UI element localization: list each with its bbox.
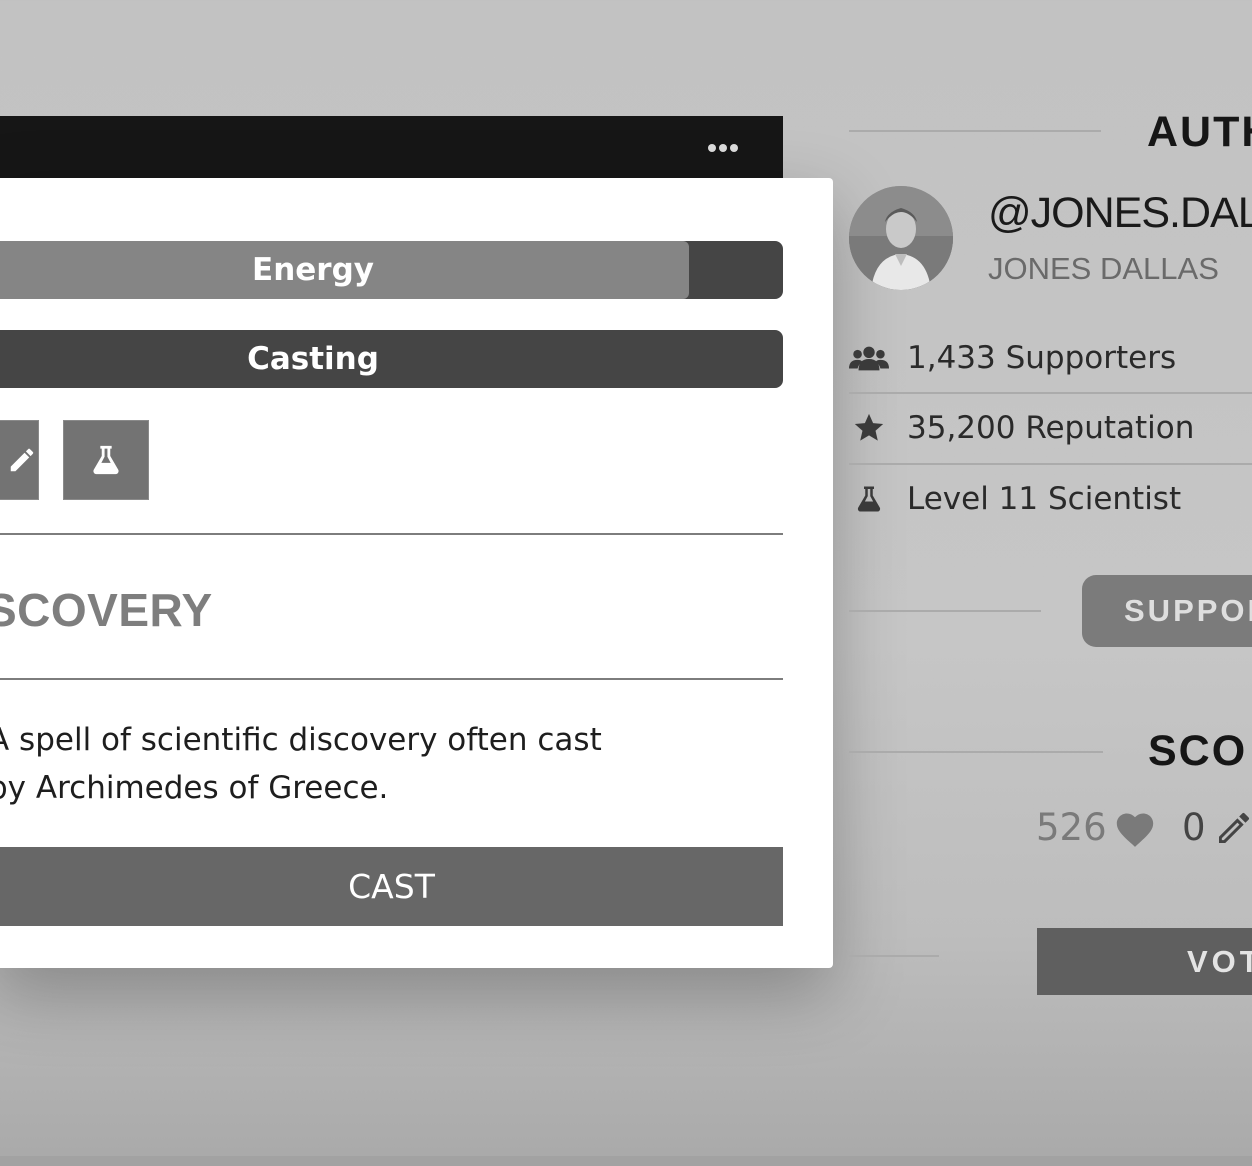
section-divider bbox=[849, 130, 1101, 132]
section-divider bbox=[849, 610, 1041, 612]
pencil-icon bbox=[10, 448, 34, 472]
bottom-strip bbox=[0, 1156, 1252, 1166]
divider bbox=[0, 678, 783, 680]
author-section-title: AUTH bbox=[1147, 108, 1252, 156]
support-button[interactable]: SUPPOR bbox=[1082, 575, 1252, 647]
score-section-title: SCO bbox=[1148, 727, 1248, 775]
likes-score[interactable]: 526 bbox=[1036, 806, 1157, 849]
flask-icon bbox=[849, 481, 889, 517]
spell-title: SCOVERY bbox=[0, 584, 213, 636]
stat-reputation: 35,200 Reputation bbox=[849, 398, 1194, 458]
author-name: JONES DALLAS bbox=[988, 251, 1219, 286]
casting-bar: Casting bbox=[0, 330, 783, 388]
edit-tool-button[interactable] bbox=[0, 420, 39, 500]
users-icon bbox=[849, 345, 889, 371]
spell-modal: Energy Casting SCOVERY A spell of scient… bbox=[0, 178, 833, 968]
author-handle[interactable]: @JONES.DALL bbox=[988, 189, 1252, 238]
window-header-bar bbox=[0, 116, 783, 180]
divider bbox=[0, 533, 783, 535]
more-options-icon[interactable] bbox=[708, 144, 738, 152]
reputation-count: 35,200 Reputation bbox=[907, 410, 1195, 446]
edits-score[interactable]: 0 bbox=[1182, 806, 1252, 849]
heart-icon bbox=[1116, 812, 1153, 847]
stat-level: Level 11 Scientist bbox=[849, 469, 1181, 529]
level-text: Level 11 Scientist bbox=[907, 481, 1182, 517]
supporters-count: 1,433 Supporters bbox=[907, 340, 1177, 376]
pencil-icon bbox=[1218, 812, 1249, 843]
edits-count: 0 bbox=[1182, 806, 1206, 849]
flask-icon bbox=[93, 445, 119, 475]
spell-description: A spell of scientific discovery often ca… bbox=[0, 722, 602, 806]
avatar[interactable] bbox=[849, 186, 953, 290]
section-divider bbox=[849, 751, 1103, 753]
vote-button[interactable]: VOT bbox=[1037, 928, 1252, 995]
star-icon bbox=[849, 411, 889, 445]
stat-divider bbox=[849, 392, 1252, 394]
avatar-photo bbox=[849, 186, 953, 290]
stat-divider bbox=[849, 463, 1252, 465]
section-divider bbox=[849, 955, 939, 957]
casting-label: Casting bbox=[247, 341, 379, 377]
stat-supporters: 1,433 Supporters bbox=[849, 328, 1176, 388]
cast-button[interactable]: CAST bbox=[0, 847, 783, 926]
energy-label: Energy bbox=[252, 252, 374, 288]
science-tool-button[interactable] bbox=[63, 420, 149, 500]
likes-count: 526 bbox=[1036, 806, 1107, 849]
energy-bar: Energy bbox=[0, 241, 783, 299]
